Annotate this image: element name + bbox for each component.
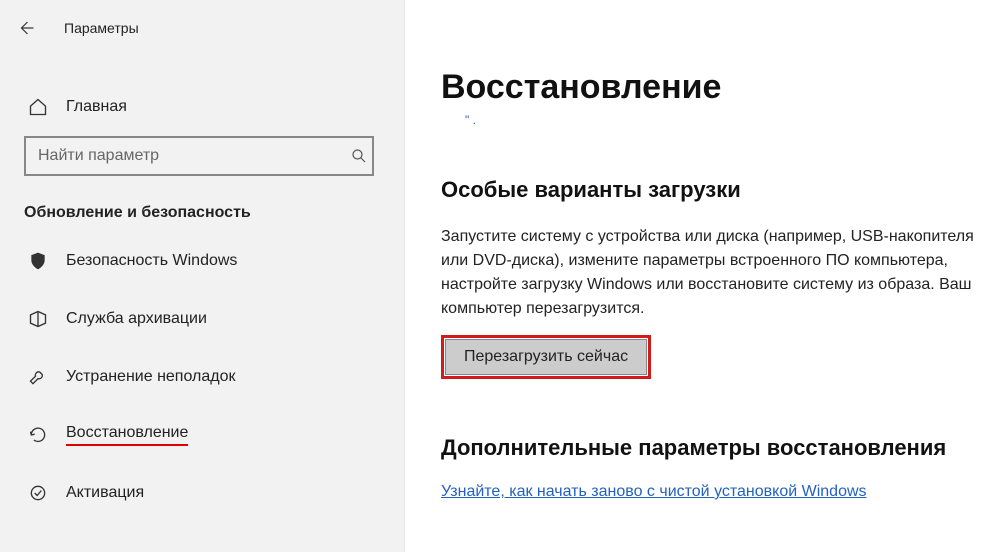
section-text-advanced-startup: Запустите систему с устройства или диска… [441,225,981,321]
sidebar: Параметры Главная Обновление и безопасно… [0,0,405,552]
page-title: Восстановление [441,68,992,107]
back-arrow-icon [17,19,35,37]
search-wrap [24,136,380,176]
recovery-icon [28,425,48,445]
fresh-start-link[interactable]: Узнайте, как начать заново с чистой уста… [441,483,867,500]
window-title: Параметры [64,20,139,36]
sidebar-item-backup[interactable]: Служба архивации [0,290,404,348]
highlight-box: Перезагрузить сейчас [441,335,651,379]
search-icon [350,147,368,165]
restart-now-button[interactable]: Перезагрузить сейчас [445,339,647,375]
subtitle-decoration: " . [465,113,992,127]
section-title-more-options: Дополнительные параметры восстановления [441,435,992,461]
sidebar-item-label: Безопасность Windows [66,252,237,270]
backup-icon [28,309,48,329]
sidebar-item-activation[interactable]: Активация [0,464,404,522]
sidebar-item-label: Активация [66,484,144,502]
wrench-icon [28,367,48,387]
window-header: Параметры [0,0,404,50]
category-title: Обновление и безопасность [24,204,380,222]
sidebar-item-recovery[interactable]: Восстановление [0,406,404,464]
sidebar-menu: Безопасность Windows Служба архивации Ус… [0,232,404,522]
sidebar-item-troubleshoot[interactable]: Устранение неполадок [0,348,404,406]
sidebar-item-label: Восстановление [66,424,188,446]
back-button[interactable] [12,14,40,42]
shield-icon [28,251,48,271]
activation-icon [28,483,48,503]
sidebar-item-label: Служба архивации [66,310,207,328]
section-title-advanced-startup: Особые варианты загрузки [441,177,992,203]
sidebar-item-label: Устранение неполадок [66,368,235,386]
home-icon [28,97,48,117]
search-input[interactable] [24,136,374,176]
nav-home[interactable]: Главная [0,86,404,128]
nav-home-label: Главная [66,98,127,116]
sidebar-item-security[interactable]: Безопасность Windows [0,232,404,290]
main-content: Восстановление " . Особые варианты загру… [405,0,992,552]
